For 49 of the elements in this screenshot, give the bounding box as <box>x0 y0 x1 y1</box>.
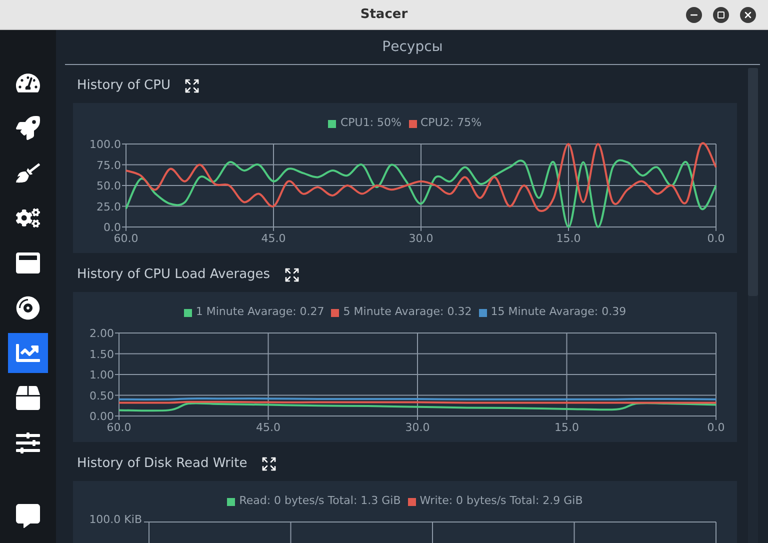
y-tick-label: 1.50 <box>90 348 114 361</box>
rocket-icon <box>16 116 40 140</box>
y-tick-label: 100.0 <box>90 138 121 151</box>
expand-icon[interactable] <box>261 456 278 472</box>
y-tick-label: 75.0 <box>96 158 121 172</box>
sliders-icon <box>16 430 40 454</box>
x-tick-label: 30.0 <box>405 421 430 434</box>
y-tick-label: 0.0 <box>104 221 121 234</box>
x-tick-label: 60.0 <box>114 232 138 245</box>
message-icon <box>16 504 40 528</box>
legend-label: Read: 0 bytes/s Total: 1.3 GiB <box>239 493 401 510</box>
expand-icon[interactable] <box>184 78 200 94</box>
y-tick-label: 50.0 <box>96 180 121 192</box>
x-tick-label: 45.0 <box>261 232 286 245</box>
x-tick-label: 30.0 <box>408 232 434 245</box>
section-title: History of CPU Load Averages <box>77 266 270 284</box>
maximize-icon <box>717 11 725 19</box>
x-tick-label: 15.0 <box>556 232 581 245</box>
minimize-button[interactable] <box>686 7 702 23</box>
legend-label: 5 Minute Avarage: 0.32 <box>343 304 472 320</box>
x-tick-label: 60.0 <box>106 421 132 434</box>
window-icon <box>16 250 40 274</box>
page-title: Ресурсы <box>382 38 443 56</box>
x-tick-label: 45.0 <box>256 421 280 434</box>
legend-label: 1 Minute Avarage: 0.27 <box>196 304 324 320</box>
y-tick-label: 25.0 <box>96 200 121 214</box>
box-icon <box>16 386 40 410</box>
y-tick-label: 0.50 <box>90 389 114 402</box>
legend-label: CPU1: 50% <box>340 115 402 132</box>
window-title: Stacer <box>360 6 408 24</box>
broom-icon <box>16 160 40 184</box>
y-tick-label: 0.00 <box>90 410 114 423</box>
x-tick-label: 0.0 <box>707 421 725 434</box>
close-button[interactable] <box>740 7 756 23</box>
gauge-icon <box>16 70 40 94</box>
legend-label: Write: 0 bytes/s Total: 2.9 GiB <box>420 493 583 510</box>
axis-label: 100.0 KiB <box>88 513 143 528</box>
legend-label: CPU2: 75% <box>420 115 482 132</box>
section-title: History of Disk Read Write <box>77 455 248 474</box>
x-tick-label: 0.0 <box>707 232 725 245</box>
x-tick-label: 15.0 <box>554 421 579 434</box>
maximize-button[interactable] <box>713 7 729 23</box>
legend-label: 15 Minute Avarage: 0.39 <box>490 304 626 320</box>
y-tick-label: 1.00 <box>90 368 114 382</box>
gears-icon <box>16 206 40 230</box>
expand-icon[interactable] <box>284 267 300 283</box>
y-tick-label: 2.00 <box>90 327 114 340</box>
close-icon <box>743 10 753 20</box>
section-title: History of CPU <box>77 77 170 96</box>
